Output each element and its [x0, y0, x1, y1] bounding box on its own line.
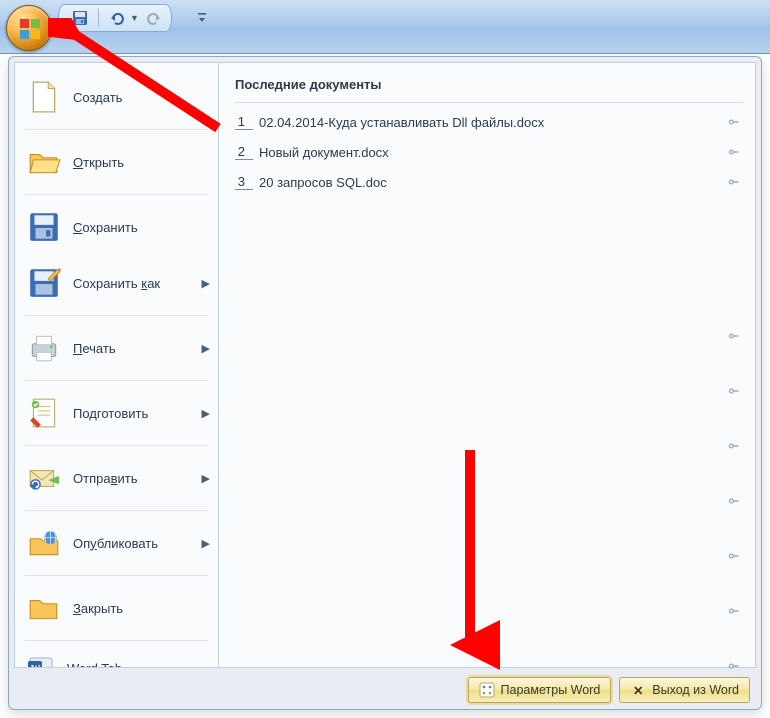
- menu-publish[interactable]: Опубликовать ▶: [15, 515, 218, 571]
- pin-icon[interactable]: [725, 657, 743, 675]
- menu-publish-label: Опубликовать: [73, 536, 158, 551]
- printer-icon: [27, 331, 61, 365]
- menu-create[interactable]: Создать: [15, 69, 218, 125]
- chevron-right-icon: ▶: [202, 407, 210, 420]
- pin-icon[interactable]: [725, 382, 743, 400]
- panel-footer: Параметры Word ✕ Выход из Word: [14, 672, 756, 708]
- recent-name: 20 запросов SQL.doc: [259, 175, 725, 190]
- qat-save-button[interactable]: [69, 7, 91, 29]
- pin-icon[interactable]: [725, 327, 743, 345]
- word-options-label: Параметры Word: [501, 683, 601, 697]
- office-logo-icon: [19, 18, 41, 40]
- recent-index: 1: [235, 114, 253, 130]
- pin-icon[interactable]: [725, 437, 743, 455]
- publish-icon: [27, 526, 61, 560]
- menu-separator: [25, 129, 208, 130]
- quick-access-toolbar: ▼: [58, 4, 172, 32]
- qat-redo-button[interactable]: [143, 7, 165, 29]
- recent-document-item[interactable]: 1 02.04.2014-Куда устанавливать Dll файл…: [235, 107, 743, 137]
- recent-documents-pane: Последние документы 1 02.04.2014-Куда ус…: [219, 63, 755, 667]
- send-mail-icon: [27, 461, 61, 495]
- chevron-right-icon: ▶: [202, 472, 210, 485]
- recent-name: 02.04.2014-Куда устанавливать Dll файлы.…: [259, 115, 725, 130]
- options-icon: [479, 682, 495, 698]
- menu-save-as-label: Сохранить как: [73, 276, 160, 291]
- chevron-right-icon: ▶: [202, 277, 210, 290]
- pin-icon[interactable]: [725, 143, 743, 161]
- menu-separator: [25, 445, 208, 446]
- recent-index: 2: [235, 144, 253, 160]
- menu-separator: [25, 510, 208, 511]
- close-icon: ✕: [630, 682, 646, 698]
- recent-index: 3: [235, 174, 253, 190]
- menu-open-label: Открыть: [73, 155, 124, 170]
- menu-close[interactable]: Закрыть: [15, 580, 218, 636]
- qat-customize-dropdown[interactable]: [195, 9, 209, 27]
- chevron-right-icon: ▶: [202, 342, 210, 355]
- open-folder-icon: [27, 145, 61, 179]
- office-menu-panel: Создать Открыть Сохранить: [8, 56, 762, 710]
- qat-undo-button[interactable]: [106, 7, 128, 29]
- exit-word-label: Выход из Word: [652, 683, 739, 697]
- redo-icon: [146, 10, 162, 26]
- chevron-right-icon: ▶: [202, 537, 210, 550]
- svg-text:W: W: [30, 663, 41, 667]
- menu-print[interactable]: Печать ▶: [15, 320, 218, 376]
- save-disk-icon: [27, 210, 61, 244]
- menu-save-as[interactable]: Сохранить как ▶: [15, 255, 218, 311]
- menu-separator: [25, 315, 208, 316]
- menu-prepare[interactable]: Подготовить ▶: [15, 385, 218, 441]
- menu-send-label: Отправить: [73, 471, 137, 486]
- close-folder-icon: [27, 591, 61, 625]
- menu-create-label: Создать: [73, 90, 122, 105]
- pin-icon[interactable]: [725, 113, 743, 131]
- menu-print-label: Печать: [73, 341, 116, 356]
- recent-document-item[interactable]: 2 Новый документ.docx: [235, 137, 743, 167]
- extra-pin-column: [725, 327, 743, 675]
- pin-icon[interactable]: [725, 602, 743, 620]
- menu-left-column: Создать Открыть Сохранить: [15, 63, 219, 667]
- menu-prepare-label: Подготовить: [73, 406, 148, 421]
- menu-save[interactable]: Сохранить: [15, 199, 218, 255]
- menu-close-label: Закрыть: [73, 601, 123, 616]
- exit-word-button[interactable]: ✕ Выход из Word: [619, 677, 750, 703]
- titlebar: ▼: [0, 0, 770, 54]
- word-icon: W: [27, 654, 55, 667]
- save-icon: [72, 10, 88, 26]
- menu-send[interactable]: Отправить ▶: [15, 450, 218, 506]
- save-as-icon: [27, 266, 61, 300]
- menu-save-label: Сохранить: [73, 220, 138, 235]
- menu-separator: [25, 194, 208, 195]
- menu-separator: [25, 380, 208, 381]
- recent-documents-header: Последние документы: [235, 71, 743, 103]
- recent-name: Новый документ.docx: [259, 145, 725, 160]
- menu-separator: [25, 640, 208, 641]
- new-document-icon: [27, 80, 61, 114]
- undo-icon: [109, 10, 125, 26]
- menu-separator: [25, 575, 208, 576]
- word-options-button[interactable]: Параметры Word: [468, 677, 612, 703]
- menu-open[interactable]: Открыть: [15, 134, 218, 190]
- menu-word-tab-label: Word Tab: [67, 661, 122, 668]
- pin-icon[interactable]: [725, 547, 743, 565]
- recent-document-item[interactable]: 3 20 запросов SQL.doc: [235, 167, 743, 197]
- undo-dropdown-icon[interactable]: ▼: [130, 13, 139, 23]
- menu-word-tab[interactable]: W Word Tab: [15, 645, 218, 667]
- pin-icon[interactable]: [725, 173, 743, 191]
- prepare-icon: [27, 396, 61, 430]
- pin-icon[interactable]: [725, 492, 743, 510]
- office-button[interactable]: [6, 5, 52, 51]
